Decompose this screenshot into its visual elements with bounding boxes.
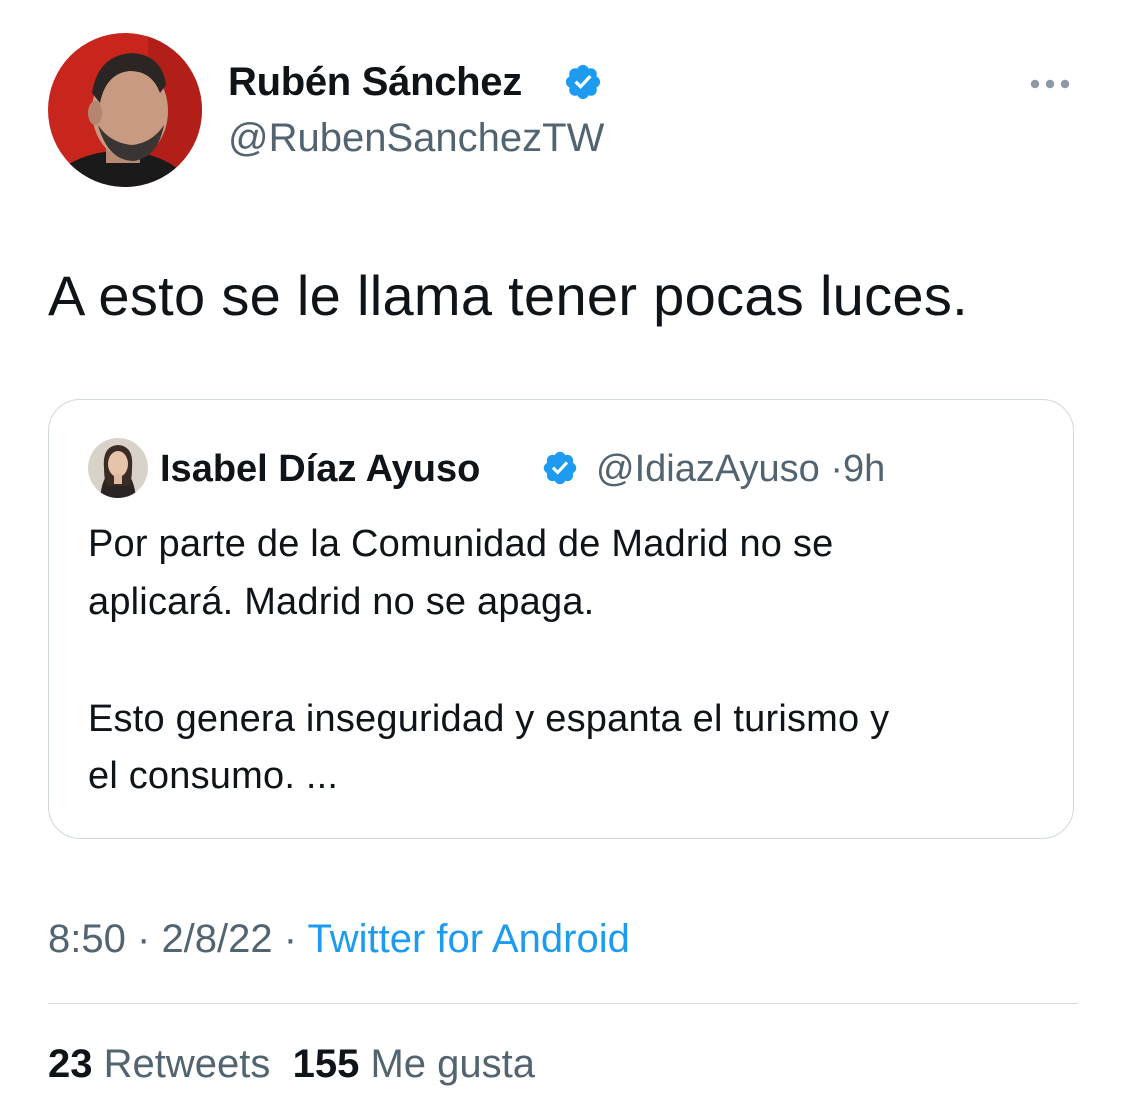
- quoted-text-line: Esto genera inseguridad y espanta el tur…: [88, 698, 890, 740]
- author-handle[interactable]: @RubenSanchezTW: [228, 116, 604, 161]
- quoted-text-line: el consumo. ...: [88, 755, 339, 797]
- tweet-source-link[interactable]: Twitter for Android: [308, 917, 630, 961]
- author-name[interactable]: Rubén Sánchez: [228, 60, 522, 105]
- tweet-timestamp: 8:50 · 2/8/22 · Twitter for Android: [48, 917, 630, 962]
- likes-label: Me gusta: [370, 1042, 536, 1086]
- quoted-verified-badge-icon: [541, 449, 579, 487]
- likes-stat[interactable]: 155 Me gusta: [293, 1042, 535, 1086]
- quoted-author-handle[interactable]: @IdiazAyuso: [596, 448, 820, 490]
- verified-badge-icon: [563, 62, 603, 102]
- timestamp-separator: ·: [283, 917, 298, 961]
- tweet-text: A esto se le llama tener pocas luces.: [48, 264, 969, 327]
- tweet-time[interactable]: 8:50: [48, 917, 126, 961]
- quoted-text-line: aplicará. Madrid no se apaga.: [88, 581, 595, 623]
- quoted-author-avatar[interactable]: [88, 438, 148, 498]
- quoted-text-line: Por parte de la Comunidad de Madrid no s…: [88, 523, 834, 565]
- likes-count: 155: [292, 1042, 360, 1086]
- quoted-time[interactable]: 9h: [843, 448, 885, 490]
- quoted-author-name[interactable]: Isabel Díaz Ayuso: [160, 448, 480, 491]
- more-options-button[interactable]: [1026, 72, 1074, 96]
- more-horizontal-icon: [1030, 79, 1070, 89]
- quoted-author-avatar-image: [88, 438, 148, 498]
- tweet-date[interactable]: 2/8/22: [161, 917, 272, 961]
- quoted-meta: @IdiazAyuso ·9h: [596, 448, 885, 491]
- quoted-separator: ·: [830, 448, 843, 490]
- author-avatar[interactable]: [48, 33, 202, 187]
- tweet-stats: 23 Retweets 155 Me gusta: [48, 1042, 535, 1087]
- retweets-stat[interactable]: 23 Retweets: [48, 1042, 270, 1086]
- divider: [48, 1003, 1078, 1004]
- timestamp-separator: ·: [136, 917, 151, 961]
- author-avatar-image: [48, 33, 202, 187]
- retweets-label: Retweets: [103, 1042, 271, 1086]
- retweets-count: 23: [48, 1042, 93, 1086]
